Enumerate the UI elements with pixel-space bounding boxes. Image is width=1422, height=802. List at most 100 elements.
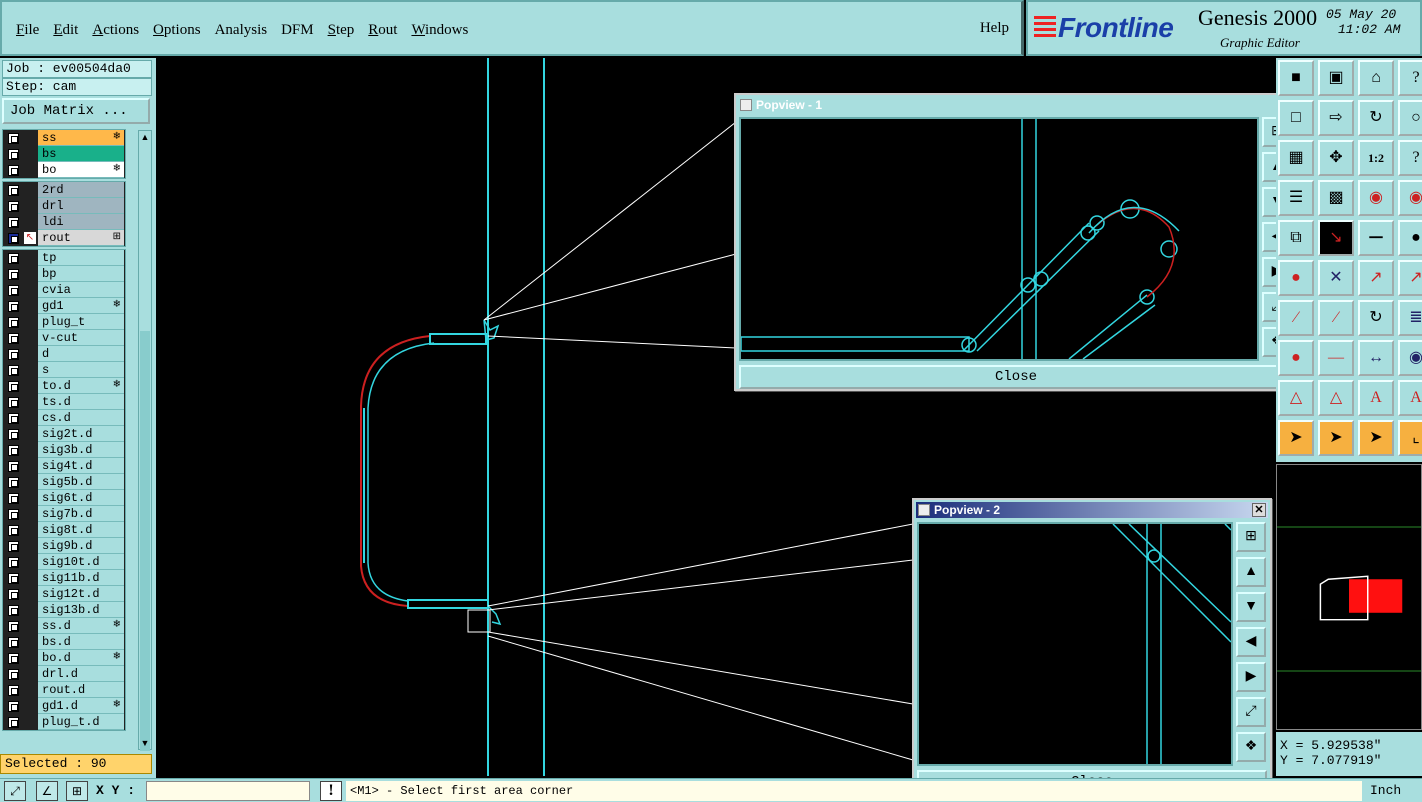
layer-name[interactable]: ldi <box>38 214 124 230</box>
select-box-icon[interactable]: ➤ <box>1318 420 1354 456</box>
layer-checkbox[interactable] <box>8 685 19 696</box>
layer-row-sig7b.d[interactable]: sig7b.d <box>2 506 126 522</box>
popview-1-titlebar[interactable]: Popview - 1 ✕ <box>738 97 1294 113</box>
warning-icon[interactable]: ! <box>320 781 342 801</box>
layer-row-bo[interactable]: bo ❄ <box>2 162 126 178</box>
select-icon[interactable]: ➤ <box>1278 420 1314 456</box>
snap-icon[interactable]: ◉ <box>1358 180 1394 216</box>
menu-file[interactable]: File <box>10 22 45 39</box>
layer-row-drl.d[interactable]: drl.d <box>2 666 126 682</box>
job-matrix-button[interactable]: Job Matrix ... <box>2 98 150 124</box>
layer-checkbox[interactable] <box>8 557 19 568</box>
pan-right-icon[interactable]: ▶ <box>1236 662 1266 692</box>
layer-row-bo.d[interactable]: bo.d ❄ <box>2 650 126 666</box>
layer-name[interactable]: cs.d <box>38 410 124 426</box>
zoom-out-icon[interactable]: ❖ <box>1236 732 1266 762</box>
copy-icon[interactable]: ⧉ <box>1278 220 1314 256</box>
triangle-b-icon[interactable]: A <box>1398 380 1422 416</box>
layer-checkbox[interactable] <box>8 397 19 408</box>
layer-name[interactable]: bp <box>38 266 124 282</box>
layer-name[interactable]: sig2t.d <box>38 426 124 442</box>
layer-name[interactable]: plug_t.d <box>38 714 124 730</box>
layer-row-ldi[interactable]: ldi <box>2 214 126 230</box>
close-icon[interactable]: ✕ <box>1252 503 1266 517</box>
triangle-a-icon[interactable]: A <box>1358 380 1394 416</box>
overview-map[interactable] <box>1276 464 1422 730</box>
layer-checkbox[interactable] <box>8 233 19 244</box>
layer-row-cs.d[interactable]: cs.d <box>2 410 126 426</box>
layer-row-gd1[interactable]: gd1 ❄ <box>2 298 126 314</box>
zoom-in-icon[interactable]: ⤢ <box>1236 697 1266 727</box>
layer-row-bs[interactable]: bs <box>2 146 126 162</box>
pan-up-icon[interactable]: ▲ <box>1236 557 1266 587</box>
layer-row-sig6t.d[interactable]: sig6t.d <box>2 490 126 506</box>
menu-rout[interactable]: Rout <box>362 22 403 39</box>
measure-icon[interactable]: ↘ <box>1318 220 1354 256</box>
layer-name[interactable]: sig11b.d <box>38 570 124 586</box>
layer-row-sig3b.d[interactable]: sig3b.d <box>2 442 126 458</box>
snap-angle-icon[interactable]: ⤢ <box>4 781 26 801</box>
layer-name[interactable]: drl.d <box>38 666 124 682</box>
select-net-icon[interactable]: ⌞ <box>1398 420 1422 456</box>
zoom-home-icon[interactable]: ⊞ <box>1236 522 1266 552</box>
layer-name[interactable]: drl <box>38 198 124 214</box>
layer-row-sig9b.d[interactable]: sig9b.d <box>2 538 126 554</box>
arc-icon[interactable]: ↻ <box>1358 300 1394 336</box>
layer-row-sig11b.d[interactable]: sig11b.d <box>2 570 126 586</box>
layer-name[interactable]: sig6t.d <box>38 490 124 506</box>
minus-icon[interactable]: — <box>1318 340 1354 376</box>
layer-row-s[interactable]: s <box>2 362 126 378</box>
layer-checkbox[interactable] <box>8 669 19 680</box>
layer-checkbox[interactable] <box>8 573 19 584</box>
layer-row-bs.d[interactable]: bs.d <box>2 634 126 650</box>
scroll-up-icon[interactable]: ▲ <box>139 131 151 143</box>
connect-icon[interactable]: ↗ <box>1358 260 1394 296</box>
layer-checkbox[interactable] <box>8 493 19 504</box>
list-icon[interactable]: ☰ <box>1278 180 1314 216</box>
layer-checkbox[interactable] <box>8 333 19 344</box>
menu-windows[interactable]: Windows <box>405 22 474 39</box>
layer-name[interactable]: sig8t.d <box>38 522 124 538</box>
layer-checkbox[interactable] <box>8 637 19 648</box>
layer-name[interactable]: v-cut <box>38 330 124 346</box>
popview-2-view[interactable] <box>917 522 1233 766</box>
layer-row-plug_t.d[interactable]: plug_t.d <box>2 714 126 730</box>
layer-checkbox[interactable] <box>8 477 19 488</box>
layer-name[interactable]: sig10t.d <box>38 554 124 570</box>
layer-row-bp[interactable]: bp <box>2 266 126 282</box>
ruler-icon[interactable]: ━━ <box>1358 220 1394 256</box>
menu-actions[interactable]: Actions <box>86 22 145 39</box>
menu-dfm[interactable]: DFM <box>275 22 320 39</box>
layer-checkbox[interactable] <box>8 413 19 424</box>
draw-line-icon[interactable]: ⁄ <box>1318 300 1354 336</box>
window-menu-icon[interactable] <box>740 99 752 111</box>
layer-checkbox[interactable] <box>8 217 19 228</box>
layer-checkbox[interactable] <box>8 461 19 472</box>
layer-row-gd1.d[interactable]: gd1.d ❄ <box>2 698 126 714</box>
pad-icon[interactable]: ● <box>1398 220 1422 256</box>
layer-name[interactable]: sig12t.d <box>38 586 124 602</box>
layer-checkbox[interactable] <box>8 381 19 392</box>
layer-row-sig5b.d[interactable]: sig5b.d <box>2 474 126 490</box>
layer-name[interactable]: bo.d ❄ <box>38 650 124 666</box>
add-point-icon[interactable]: ● <box>1278 260 1314 296</box>
layer-name[interactable]: gd1.d ❄ <box>38 698 124 714</box>
redraw-icon[interactable]: ↻ <box>1358 100 1394 136</box>
layer-row-ts.d[interactable]: ts.d <box>2 394 126 410</box>
layer-name[interactable]: ss.d ❄ <box>38 618 124 634</box>
layer-row-2rd[interactable]: 2rd <box>2 182 126 198</box>
layer-name[interactable]: gd1 ❄ <box>38 298 124 314</box>
line-icon[interactable]: ⁄ <box>1278 300 1314 336</box>
xy-input[interactable] <box>146 781 310 801</box>
layer-name[interactable]: plug_t <box>38 314 124 330</box>
save-icon[interactable]: ▣ <box>1318 60 1354 96</box>
layer-row-rout.d[interactable]: rout.d <box>2 682 126 698</box>
net-icon[interactable]: ◉ <box>1398 180 1422 216</box>
move-point-icon[interactable]: ↗ <box>1398 260 1422 296</box>
components-icon[interactable]: ◉ <box>1398 340 1422 376</box>
layer-row-rout[interactable]: ↖ rout ⊞ <box>2 230 126 246</box>
menu-help[interactable]: Help <box>980 20 1009 37</box>
scroll-down-icon[interactable]: ▼ <box>139 737 151 749</box>
layer-row-sig2t.d[interactable]: sig2t.d <box>2 426 126 442</box>
angle-icon[interactable]: ∠ <box>36 781 58 801</box>
